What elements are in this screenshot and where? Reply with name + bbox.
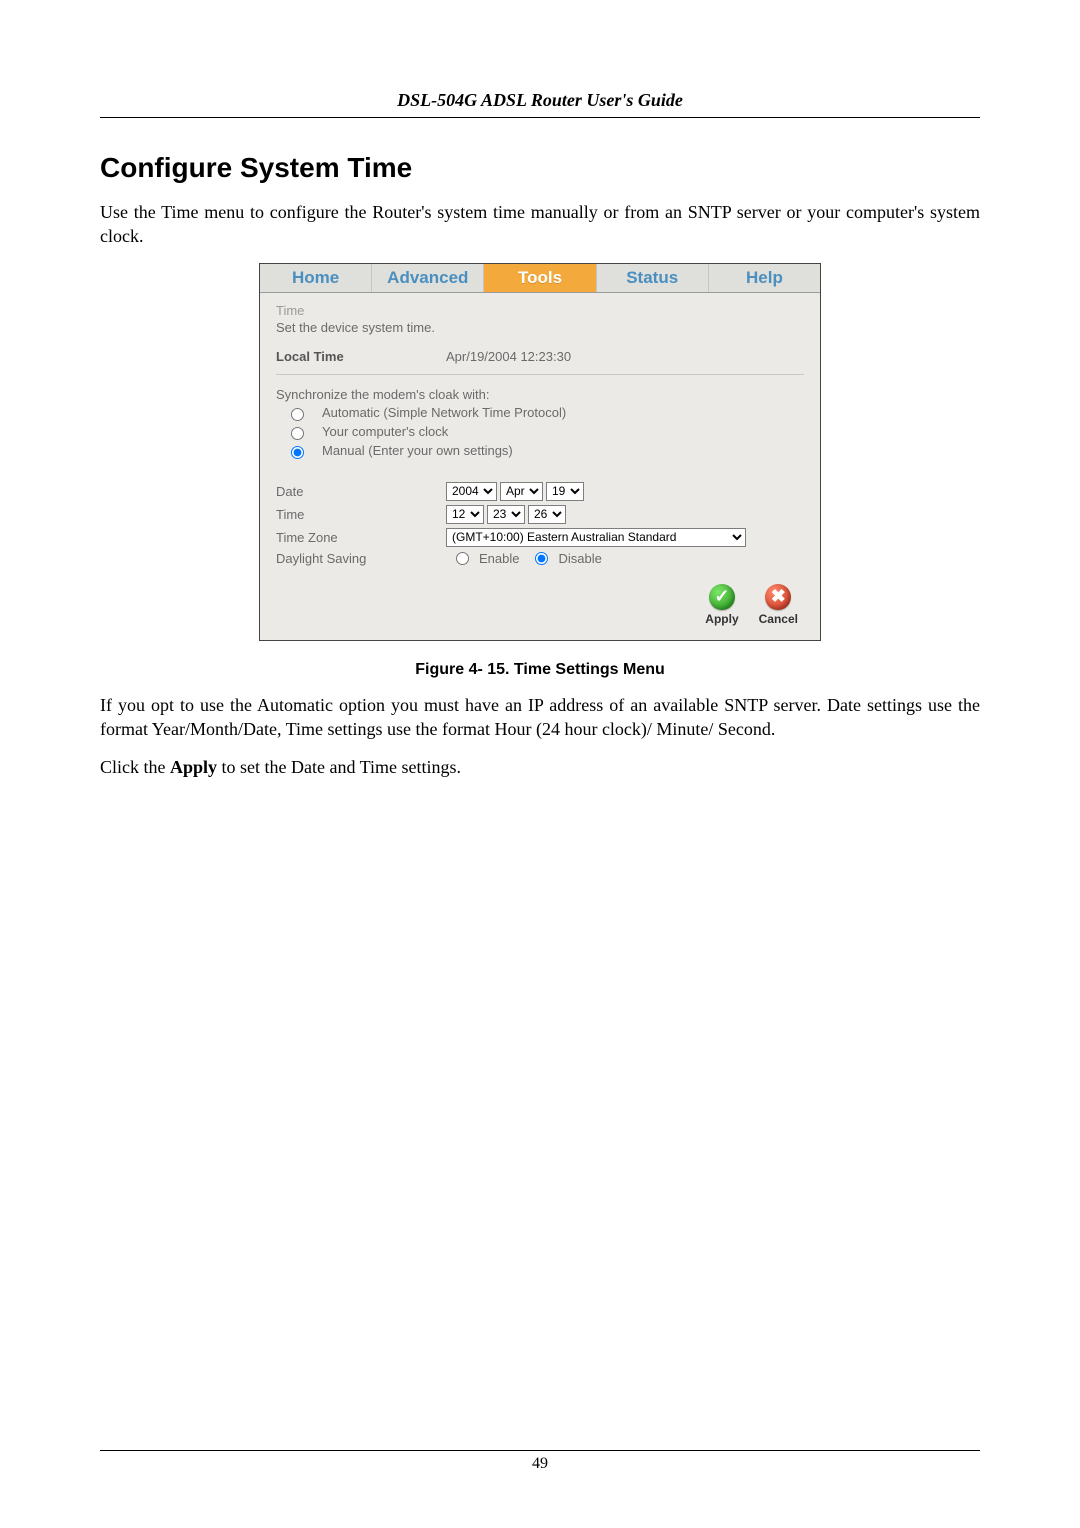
sync-option-pc[interactable]: Your computer's clock — [286, 424, 804, 440]
time-label: Time — [276, 507, 446, 522]
radio-pc-clock-label: Your computer's clock — [322, 424, 448, 439]
radio-ds-enable-label: Enable — [479, 551, 519, 566]
radio-pc-clock[interactable] — [291, 427, 304, 440]
apply-button[interactable]: ✓ Apply — [705, 584, 738, 626]
sync-option-automatic[interactable]: Automatic (Simple Network Time Protocol) — [286, 405, 804, 421]
timezone-label: Time Zone — [276, 530, 446, 545]
para2-bold: Apply — [170, 757, 217, 777]
screenshot-time-settings: Home Advanced Tools Status Help Time Set… — [259, 263, 821, 641]
radio-manual-label: Manual (Enter your own settings) — [322, 443, 513, 458]
local-time-value: Apr/19/2004 12:23:30 — [446, 349, 571, 364]
page-number: 49 — [532, 1455, 548, 1472]
cancel-button-label: Cancel — [759, 612, 798, 626]
tab-help[interactable]: Help — [709, 264, 820, 292]
apply-button-label: Apply — [705, 612, 738, 626]
time-panel: Time Set the device system time. Local T… — [260, 293, 820, 640]
radio-automatic[interactable] — [291, 408, 304, 421]
radio-ds-enable[interactable] — [456, 552, 469, 565]
cancel-button[interactable]: ✖ Cancel — [759, 584, 798, 626]
sync-option-manual[interactable]: Manual (Enter your own settings) — [286, 443, 804, 459]
date-year-select[interactable]: 2004 — [446, 482, 497, 501]
panel-heading: Time — [276, 303, 804, 318]
paragraph-after-2: Click the Apply to set the Date and Time… — [100, 755, 980, 779]
radio-automatic-label: Automatic (Simple Network Time Protocol) — [322, 405, 566, 420]
time-second-select[interactable]: 26 — [528, 505, 566, 524]
para2-suffix: to set the Date and Time settings. — [217, 757, 461, 777]
check-icon: ✓ — [709, 584, 735, 610]
radio-ds-disable[interactable] — [535, 552, 548, 565]
tab-home[interactable]: Home — [260, 264, 372, 292]
time-hour-select[interactable]: 12 — [446, 505, 484, 524]
date-label: Date — [276, 484, 446, 499]
intro-paragraph: Use the Time menu to configure the Route… — [100, 200, 980, 249]
date-month-select[interactable]: Apr — [500, 482, 543, 501]
page-footer: 49 — [100, 1450, 980, 1473]
running-head: DSL-504G ADSL Router User's Guide — [100, 90, 980, 118]
radio-manual[interactable] — [291, 446, 304, 459]
panel-subhead: Set the device system time. — [276, 320, 804, 335]
paragraph-after-1: If you opt to use the Automatic option y… — [100, 693, 980, 742]
close-icon: ✖ — [765, 584, 791, 610]
daylight-saving-label: Daylight Saving — [276, 551, 446, 566]
para2-prefix: Click the — [100, 757, 170, 777]
timezone-select[interactable]: (GMT+10:00) Eastern Australian Standard — [446, 528, 746, 547]
document-page: DSL-504G ADSL Router User's Guide Config… — [0, 0, 1080, 1528]
separator — [276, 374, 804, 375]
section-title: Configure System Time — [100, 152, 980, 184]
tab-advanced[interactable]: Advanced — [372, 264, 484, 292]
local-time-label: Local Time — [276, 349, 446, 364]
date-day-select[interactable]: 19 — [546, 482, 584, 501]
tab-tools[interactable]: Tools — [484, 264, 596, 292]
radio-ds-disable-label: Disable — [558, 551, 601, 566]
sync-label: Synchronize the modem's cloak with: — [276, 387, 804, 402]
tab-status[interactable]: Status — [597, 264, 709, 292]
tab-bar: Home Advanced Tools Status Help — [260, 264, 820, 293]
time-minute-select[interactable]: 23 — [487, 505, 525, 524]
figure-caption: Figure 4- 15. Time Settings Menu — [100, 661, 980, 679]
